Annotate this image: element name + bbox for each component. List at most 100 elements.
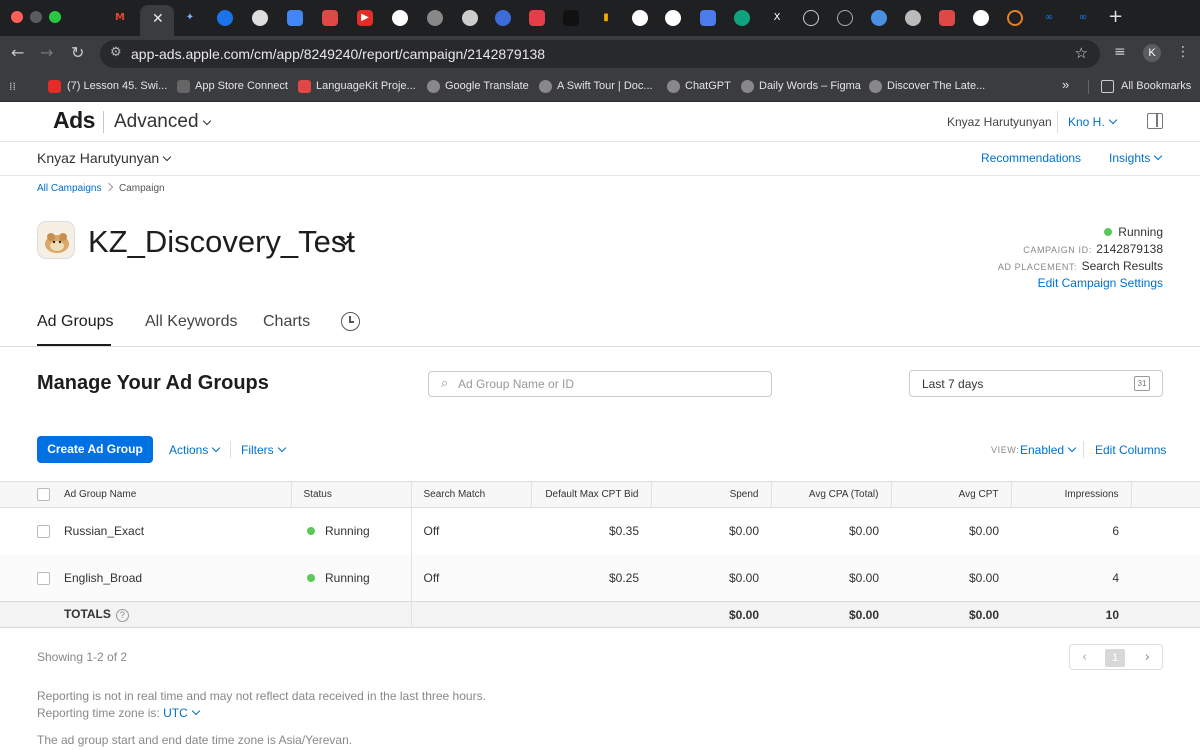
prev-page-icon[interactable]: ‹ [1082,650,1087,665]
tab-chatgpt-icon[interactable] [734,10,750,26]
date-range-picker[interactable]: Last 7 days 31 [909,370,1163,397]
bookmark-star-icon[interactable]: ☆ [1075,44,1088,62]
sidebar-toggle-icon[interactable] [1147,113,1163,129]
col-search-match[interactable]: Search Match [411,481,532,508]
tab-upwork-icon[interactable] [563,10,579,26]
zoom-window-button[interactable] [49,11,61,23]
more-bookmarks-icon[interactable]: » [1062,77,1069,92]
minimize-window-button[interactable] [30,11,42,23]
bookmark-item[interactable]: Daily Words – Figma [759,80,861,92]
help-icon[interactable]: ? [115,609,129,622]
bookmark-item[interactable]: ChatGPT [685,80,731,92]
reload-icon[interactable]: ↻ [71,43,84,62]
col-impressions[interactable]: Impressions [1011,481,1132,508]
tab-icon-4[interactable] [252,10,268,26]
bookmark-item[interactable]: App Store Connect [195,80,288,92]
search-match-cell[interactable]: Off [411,508,531,555]
row-checkbox[interactable] [37,571,50,585]
address-bar[interactable]: ⚙ app-ads.apple.com/cm/app/8249240/repor… [100,40,1100,68]
tab-icon-23[interactable] [905,10,921,26]
create-ad-group-button[interactable]: Create Ad Group [37,436,153,463]
view-selector[interactable]: Enabled [1020,443,1077,457]
bookmark-item[interactable]: LanguageKit Proje... [316,80,416,92]
edit-columns-link[interactable]: Edit Columns [1095,443,1166,457]
tab-meta2-icon[interactable]: ∞ [1075,10,1091,26]
row-checkbox[interactable] [37,525,50,539]
tab-icon-17[interactable] [700,10,716,26]
tab-github2-icon[interactable] [665,10,681,26]
product-switcher[interactable]: Advanced [114,111,211,133]
tab-info-icon[interactable] [632,10,648,26]
table-row[interactable]: Russian_Exact Running Off $0.35 $0.00 $0… [0,507,1200,555]
tab-x-icon[interactable]: X [769,10,785,26]
insights-menu[interactable]: Insights [1109,151,1163,165]
tab-all-keywords[interactable]: All Keywords [145,313,237,331]
history-icon[interactable] [341,312,360,331]
tab-globe-icon[interactable] [427,10,443,26]
site-settings-icon[interactable]: ⚙ [110,45,122,60]
ad-group-name[interactable]: Russian_Exact [52,508,291,555]
tab-apple-icon[interactable] [78,10,94,26]
forward-arrow-icon[interactable]: → [40,43,53,62]
tab-github-icon[interactable] [392,10,408,26]
filters-menu[interactable]: Filters [241,443,286,457]
close-window-button[interactable] [11,11,23,23]
bookmark-item[interactable]: A Swift Tour | Doc... [557,80,653,92]
col-default-bid[interactable]: Default Max CPT Bid [531,481,652,508]
tab-analytics-icon[interactable]: ▮ [598,10,614,26]
search-input[interactable] [458,375,758,393]
calendar-icon[interactable]: 31 [1134,376,1150,391]
profile-avatar[interactable]: K [1143,44,1161,62]
actions-menu[interactable]: Actions [169,443,221,457]
new-tab-button[interactable]: + [1108,6,1123,27]
edit-campaign-settings-link[interactable]: Edit Campaign Settings [1038,276,1163,290]
close-tab-icon[interactable]: ✕ [152,11,164,27]
tab-gemini-icon[interactable]: ✦ [182,10,198,26]
select-all-checkbox[interactable] [37,488,50,501]
tab-wordpress-icon[interactable] [495,10,511,26]
tab-icon-12[interactable] [529,10,545,26]
tab-charts[interactable]: Charts [263,313,310,331]
tab-ad-groups[interactable]: Ad Groups [37,313,113,331]
col-ad-group-name[interactable]: Ad Group Name [52,481,292,508]
tab-meta-icon[interactable]: ∞ [1041,10,1057,26]
tab-icon-25[interactable] [973,10,989,26]
next-page-icon[interactable]: › [1145,650,1150,665]
current-page[interactable]: 1 [1105,649,1125,667]
all-bookmarks-link[interactable]: All Bookmarks [1121,80,1191,92]
url-text[interactable]: app-ads.apple.com/cm/app/8249240/report/… [131,46,545,62]
tab-icon-20[interactable] [803,10,819,26]
tab-translate-icon[interactable] [287,10,303,26]
recommendations-link[interactable]: Recommendations [981,151,1081,165]
tab-icon-10[interactable] [462,10,478,26]
media-icon[interactable]: ≡ [1114,44,1126,60]
account-menu[interactable]: Kno H. [1068,115,1117,129]
back-arrow-icon[interactable]: ← [11,43,24,62]
bookmark-item[interactable]: Discover The Late... [887,80,985,92]
breadcrumb-all-campaigns[interactable]: All Campaigns [37,183,101,194]
ad-group-search[interactable]: ⌕ [428,371,772,397]
menu-dots-icon[interactable]: ⋮ [1176,44,1190,60]
search-match-cell[interactable]: Off [411,554,531,602]
col-spend[interactable]: Spend [651,481,772,508]
col-avg-cpt[interactable]: Avg CPT [891,481,1012,508]
table-row[interactable]: English_Broad Running Off $0.25 $0.00 $0… [0,554,1200,602]
tab-icon-22[interactable] [871,10,887,26]
tab-icon-3[interactable] [217,10,233,26]
org-switcher[interactable]: Knyaz Harutyunyan [37,150,172,166]
tab-icon-26[interactable] [1007,10,1023,26]
tab-icon-21[interactable] [837,10,853,26]
default-bid-cell[interactable]: $0.35 [531,508,651,555]
col-avg-cpa[interactable]: Avg CPA (Total) [771,481,892,508]
brand-ads[interactable]: Ads [53,107,95,134]
tab-icon-6[interactable] [322,10,338,26]
col-status[interactable]: Status [291,481,412,508]
timezone-selector[interactable]: UTC [163,706,200,720]
default-bid-cell[interactable]: $0.25 [531,554,651,602]
tab-gmail-icon[interactable]: M [112,10,128,26]
tab-icon-24[interactable] [939,10,955,26]
active-tab[interactable]: ✕ [140,5,174,36]
tab-youtube-icon[interactable]: ▶ [357,10,373,26]
apps-grid-icon[interactable]: ⁞⁞ [9,80,16,93]
bookmark-item[interactable]: Google Translate [445,80,529,92]
